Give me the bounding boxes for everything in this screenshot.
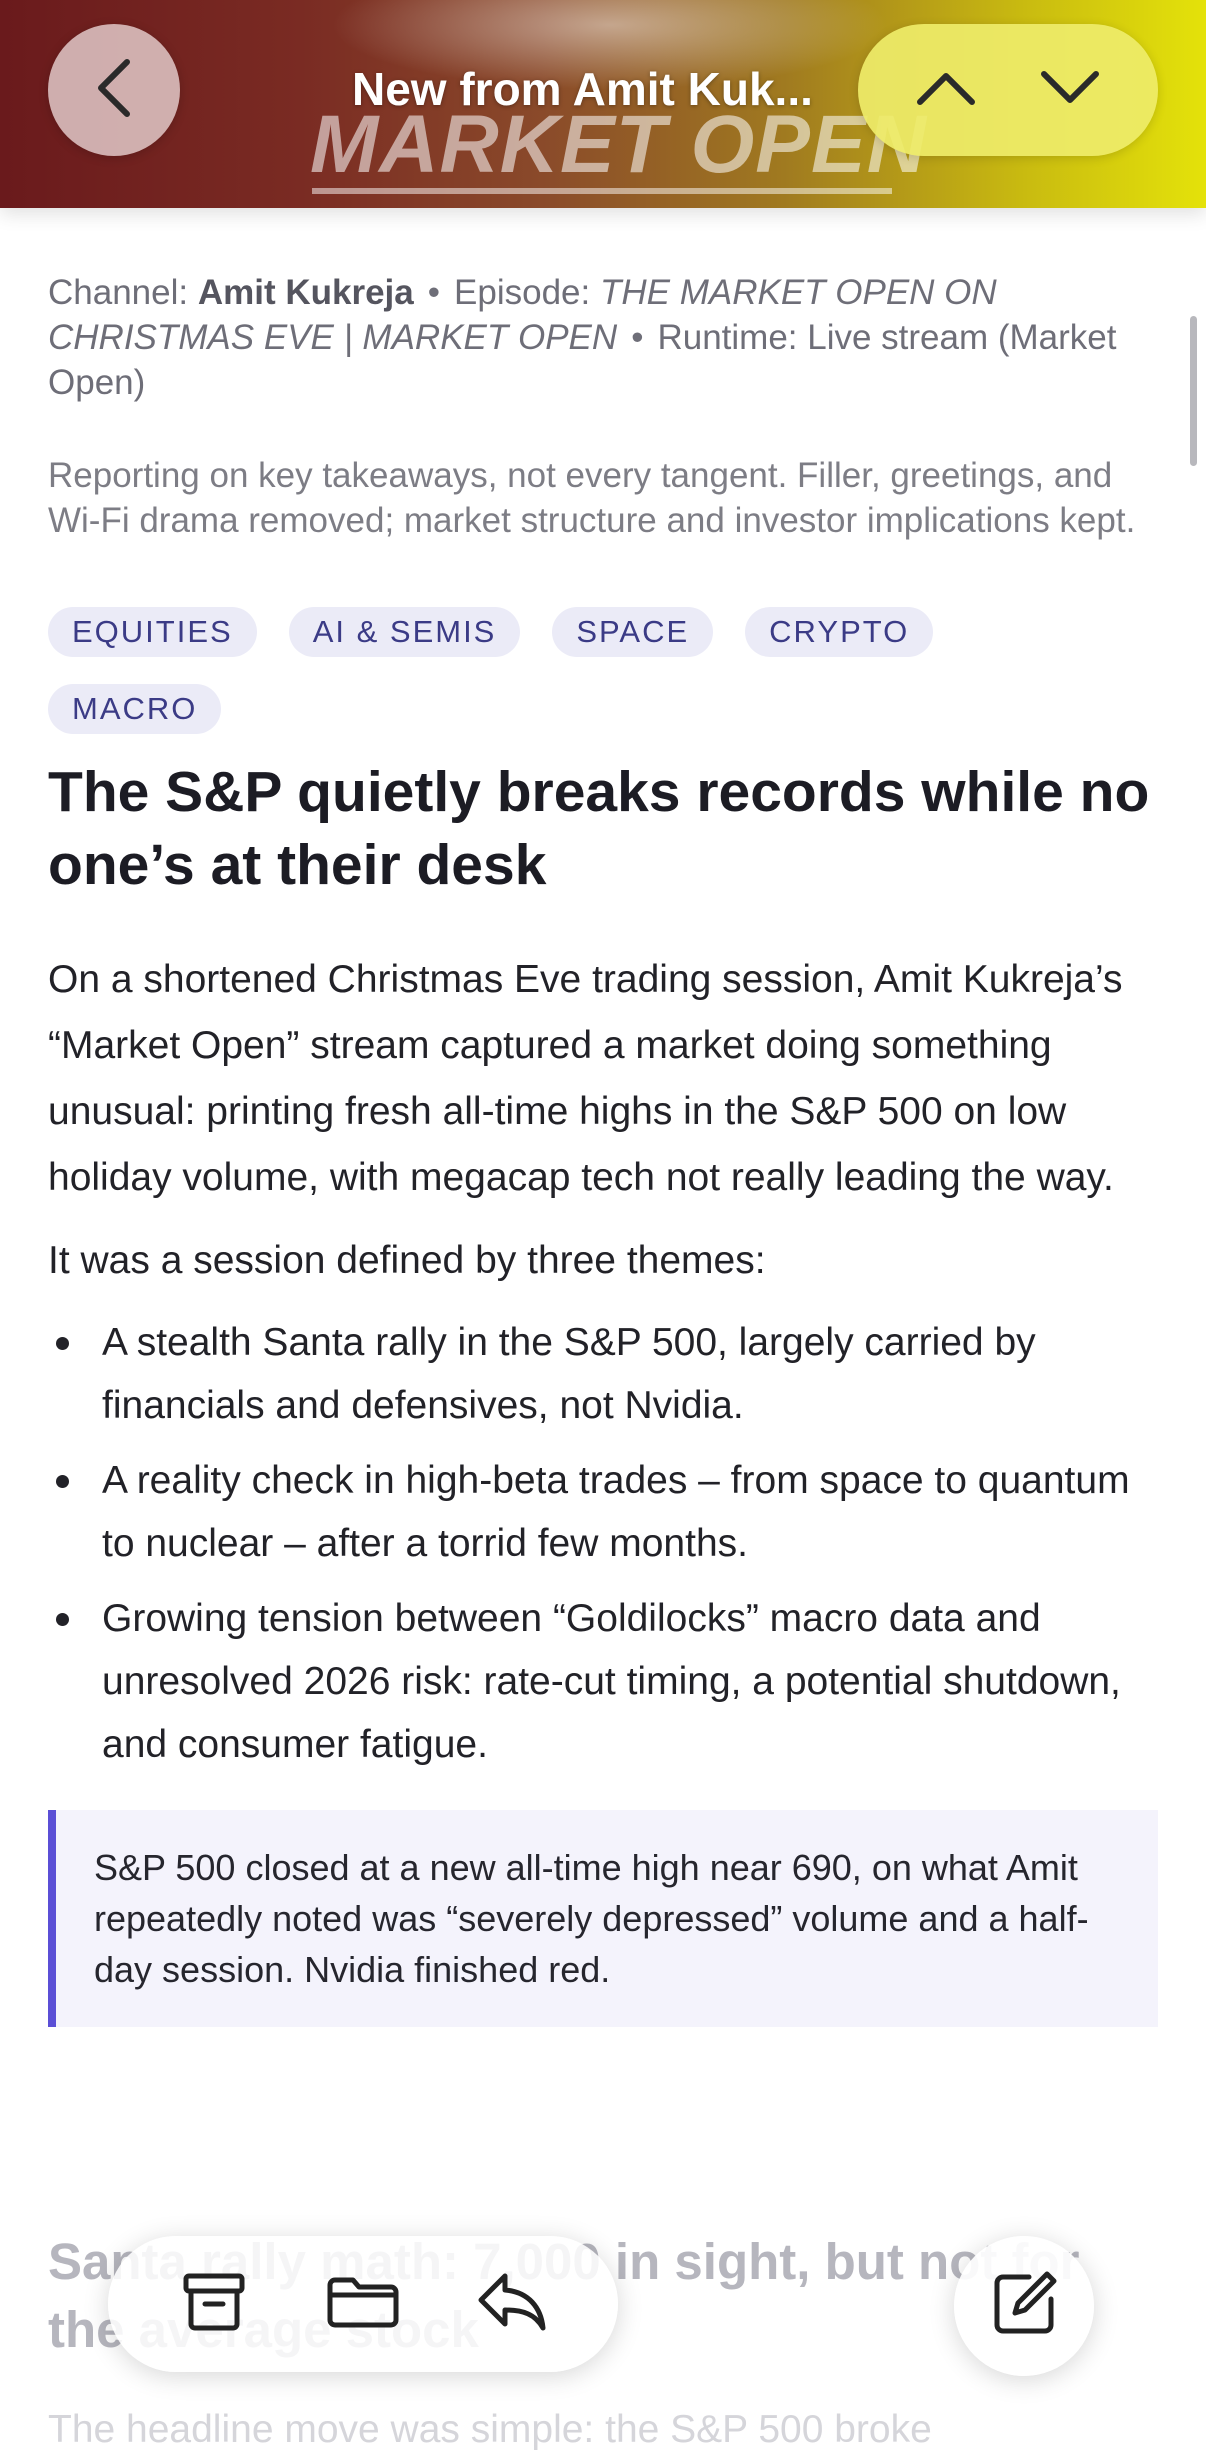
tag-equities[interactable]: EQUITIES: [48, 607, 257, 657]
intro-paragraph: On a shortened Christmas Eve trading ses…: [48, 958, 1123, 1199]
section-paragraph: The headline move was simple: the S&P 50…: [48, 2408, 932, 2451]
tag-space[interactable]: SPACE: [552, 607, 714, 657]
list-item: Growing tension between “Goldilocks” mac…: [48, 1587, 1158, 1776]
archive-button[interactable]: [154, 2249, 274, 2359]
back-button[interactable]: [48, 24, 180, 156]
meta-separator: •: [427, 273, 441, 312]
list-item: A stealth Santa rally in the S&P 500, la…: [48, 1311, 1158, 1437]
runtime-label: Runtime:: [657, 318, 798, 357]
key-stat-callout: S&P 500 closed at a new all-time high ne…: [48, 1810, 1158, 2027]
bottom-toolbar: [108, 2236, 618, 2372]
compose-button[interactable]: [954, 2236, 1094, 2376]
chevron-down-icon: [1038, 68, 1102, 113]
folder-icon: [325, 2273, 401, 2336]
meta-separator: •: [631, 318, 644, 357]
message-nav-control: [858, 24, 1158, 156]
scrollbar[interactable]: [1190, 316, 1197, 466]
move-to-folder-button[interactable]: [303, 2249, 423, 2359]
editor-note: Reporting on key takeaways, not every ta…: [48, 456, 1136, 540]
tag-crypto[interactable]: CRYPTO: [745, 607, 934, 657]
list-item: A reality check in high-beta trades – fr…: [48, 1449, 1158, 1575]
episode-meta: Channel: Amit Kukreja • Episode: THE MARKE…: [48, 270, 1158, 405]
tag-ai-semis[interactable]: AI & SEMIS: [288, 607, 521, 657]
reply-arrow-icon: [475, 2270, 549, 2339]
episode-label: Episode:: [454, 273, 591, 312]
message-body: Channel: Amit Kukreja • Episode: THE MARKE…: [48, 270, 1158, 2027]
header-title: New from Amit Kuk...: [352, 63, 813, 115]
channel-name: Amit Kukreja: [197, 273, 414, 312]
archive-box-icon: [181, 2271, 247, 2338]
themes-list: A stealth Santa rally in the S&P 500, la…: [48, 1311, 1158, 1776]
reply-button[interactable]: [452, 2249, 572, 2359]
channel-label: Channel:: [48, 273, 189, 312]
chevron-up-icon: [914, 68, 978, 113]
tag-list: EQUITIES AI & SEMIS SPACE CRYPTO MACRO: [48, 607, 1048, 734]
article-headline: The S&P quietly breaks records while no …: [48, 760, 1150, 897]
chevron-left-icon: [91, 56, 137, 125]
next-message-button[interactable]: [1020, 40, 1120, 140]
banner-underline: [312, 188, 892, 194]
compose-icon: [989, 2269, 1059, 2344]
header-banner: MARKET OPEN New from Amit Kuk...: [0, 0, 1206, 208]
themes-intro: It was a session defined by three themes…: [48, 1239, 766, 1282]
previous-message-button[interactable]: [896, 40, 996, 140]
tag-macro[interactable]: MACRO: [48, 684, 222, 734]
